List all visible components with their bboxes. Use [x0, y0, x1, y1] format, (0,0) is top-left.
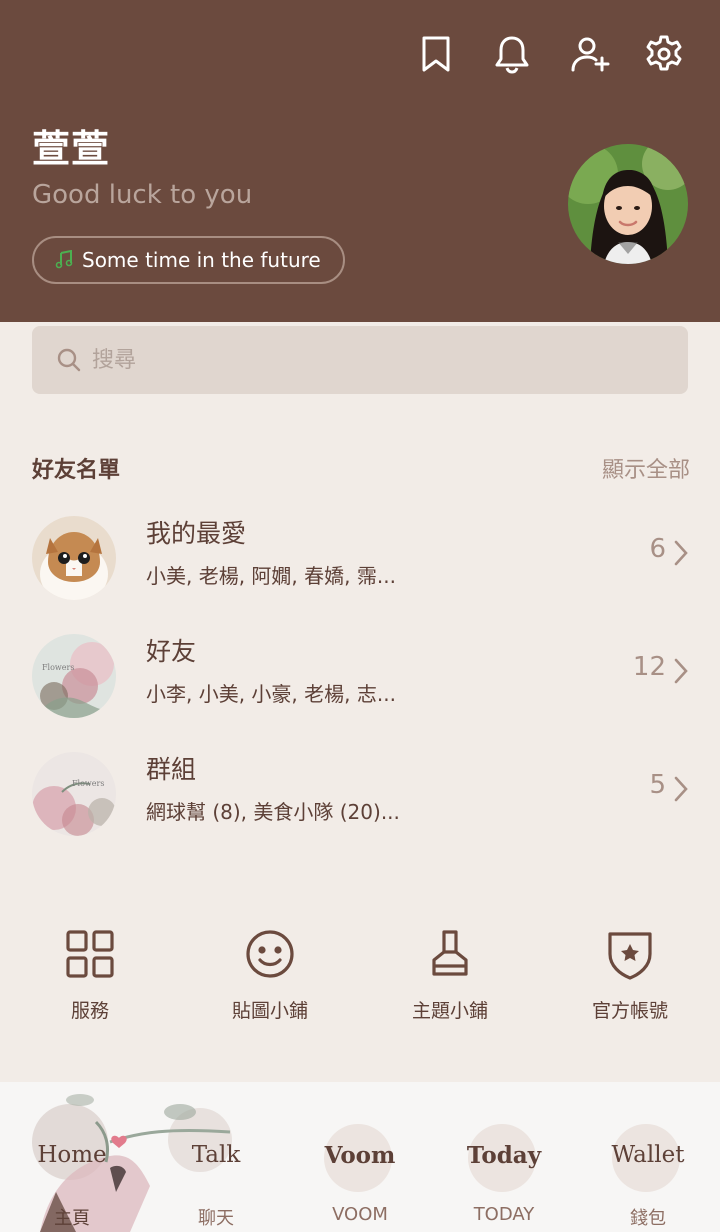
row-subtitle: 小李, 小美, 小豪, 老楊, 志...	[146, 682, 396, 706]
music-title: Some time in the future	[82, 248, 321, 272]
profile-music-button[interactable]: Some time in the future	[32, 236, 345, 284]
bell-icon[interactable]	[490, 32, 534, 76]
tab-label: VOOM	[332, 1204, 388, 1225]
search-input[interactable]	[92, 347, 652, 373]
tab-script: Today	[466, 1142, 542, 1169]
tab-label: 聊天	[198, 1208, 234, 1229]
sticker-shop-shortcut[interactable]: 貼圖小鋪	[180, 922, 360, 1032]
grid-icon	[66, 930, 114, 978]
row-title: 好友	[146, 637, 197, 666]
add-friend-icon[interactable]	[568, 32, 612, 76]
row-subtitle: 網球幫 (8), 美食小隊 (20)...	[146, 800, 400, 824]
tab-script: Wallet	[611, 1142, 685, 1168]
shortcut-label: 主題小鋪	[411, 1000, 488, 1022]
svg-text:Flowers: Flowers	[72, 779, 104, 788]
tab-wallet[interactable]: Wallet 錢包	[576, 1082, 720, 1232]
tab-talk[interactable]: Talk 聊天	[144, 1082, 288, 1232]
chevron-right-icon	[674, 658, 688, 684]
tab-script: Home	[37, 1142, 107, 1168]
tab-label: 錢包	[630, 1208, 666, 1229]
groups-thumbnail: Flowers	[32, 752, 116, 836]
profile-header: 萱萱 Good luck to you Some time in the fut…	[0, 0, 720, 322]
groups-row[interactable]: Flowers 群組 網球幫 (8), 美食小隊 (20)... 5	[0, 744, 720, 844]
show-all-link[interactable]: 顯示全部	[602, 452, 690, 484]
tab-label: TODAY	[473, 1204, 535, 1225]
search-bar[interactable]	[32, 326, 688, 394]
profile-avatar[interactable]	[568, 144, 688, 264]
gear-icon[interactable]	[642, 32, 686, 76]
row-title: 群組	[146, 755, 197, 784]
favorites-thumbnail	[32, 516, 116, 600]
shield-star-icon	[608, 932, 652, 980]
svg-text:Flowers: Flowers	[42, 663, 74, 672]
theme-shop-shortcut[interactable]: 主題小鋪	[360, 922, 540, 1032]
row-count: 12	[632, 652, 666, 682]
friends-row[interactable]: Flowers 好友 小李, 小美, 小豪, 老楊, 志... 12	[0, 626, 720, 726]
tab-today[interactable]: Today TODAY	[432, 1082, 576, 1232]
chevron-right-icon	[674, 776, 688, 802]
favorites-row[interactable]: 我的最愛 小美, 老楊, 阿嫺, 春嬌, 霈... 6	[0, 508, 720, 608]
row-count: 5	[649, 770, 666, 800]
row-title: 我的最愛	[146, 519, 247, 548]
row-subtitle: 小美, 老楊, 阿嫺, 春嬌, 霈...	[146, 564, 396, 588]
chevron-right-icon	[674, 540, 688, 566]
brush-icon	[432, 930, 468, 976]
friend-list-title: 好友名單	[32, 458, 121, 483]
status-message[interactable]: Good luck to you	[32, 180, 252, 210]
official-accounts-shortcut[interactable]: 官方帳號	[540, 922, 720, 1032]
search-icon	[57, 348, 81, 372]
shortcut-label: 貼圖小鋪	[231, 1000, 308, 1022]
profile-name[interactable]: 萱萱	[32, 118, 110, 173]
services-shortcut[interactable]: 服務	[0, 922, 180, 1032]
tab-home[interactable]: Home 主頁	[0, 1082, 144, 1232]
smiley-icon	[246, 930, 294, 978]
tab-script: Talk	[191, 1142, 241, 1168]
bottom-tab-bar: Home 主頁 Talk 聊天 Voom VOOM Today TODAY Wa…	[0, 1082, 720, 1232]
row-count: 6	[649, 534, 666, 564]
tab-script: Voom	[324, 1142, 396, 1169]
shortcut-label: 服務	[70, 1000, 109, 1022]
music-note-icon	[55, 250, 73, 269]
tab-label: 主頁	[54, 1208, 90, 1229]
shortcut-label: 官方帳號	[591, 1000, 668, 1022]
tab-voom[interactable]: Voom VOOM	[288, 1082, 432, 1232]
bookmark-icon[interactable]	[414, 32, 458, 76]
friends-thumbnail: Flowers	[32, 634, 116, 718]
